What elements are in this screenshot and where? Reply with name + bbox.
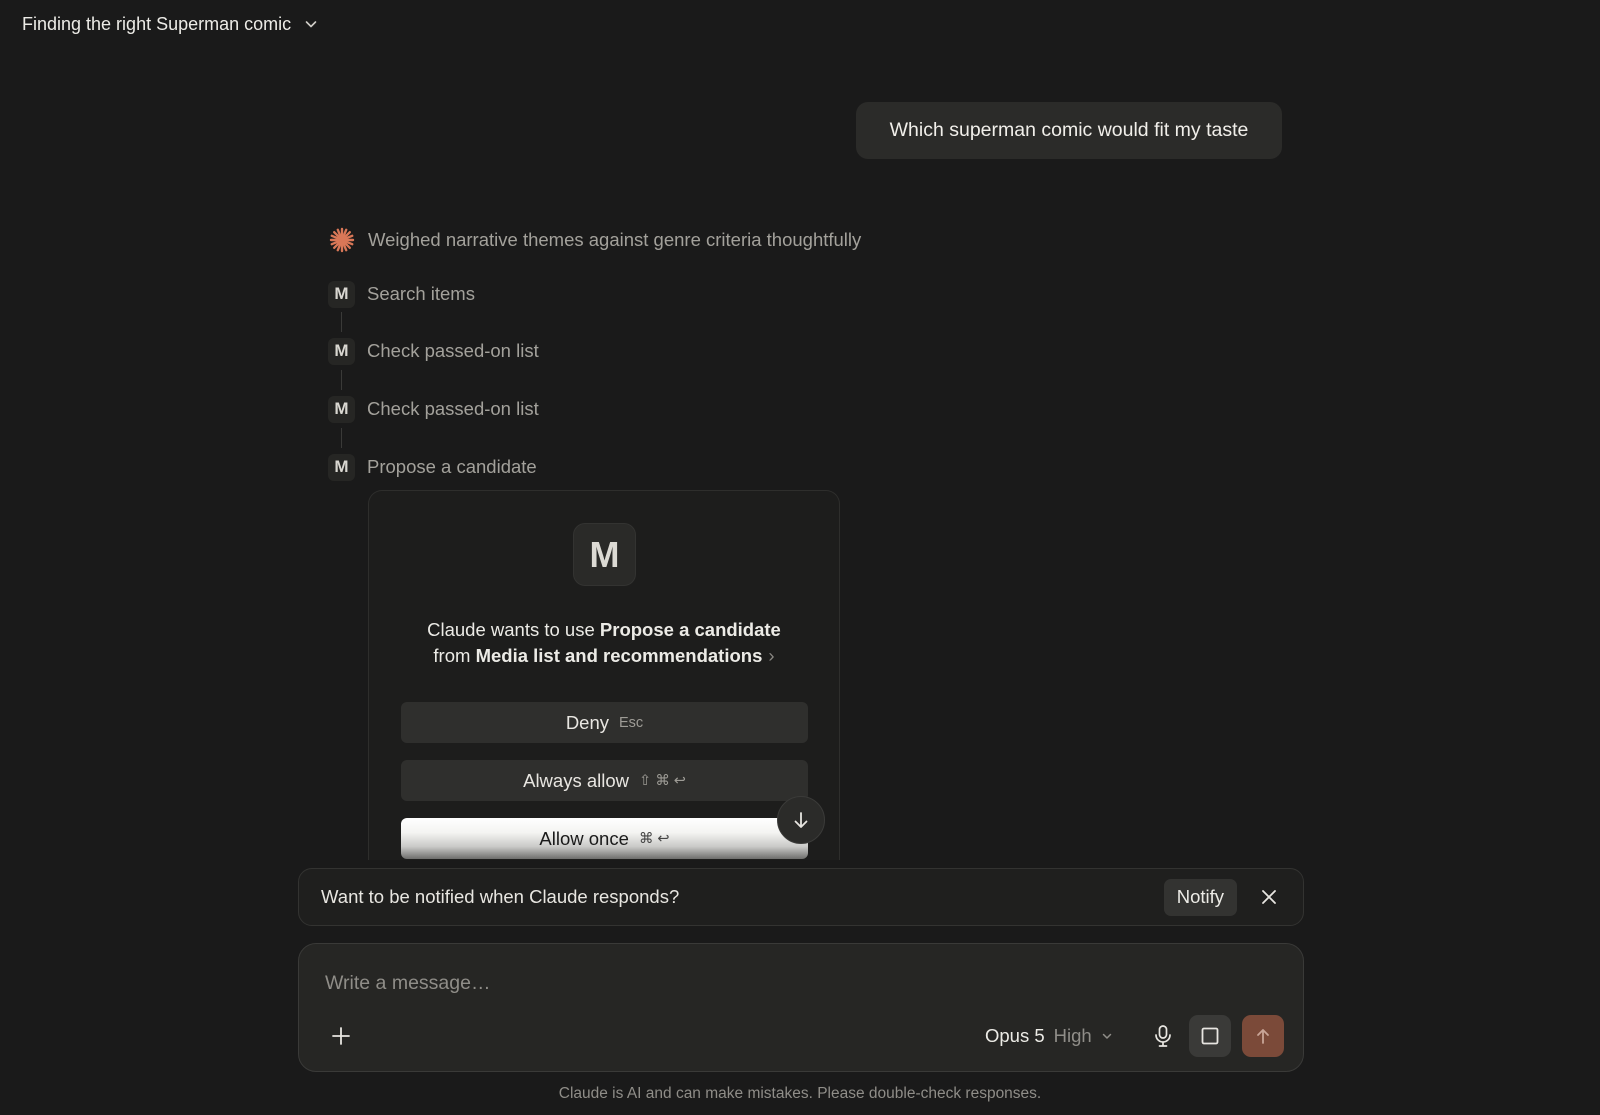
chevron-down-icon: [305, 21, 317, 28]
step-connector: [341, 312, 342, 332]
model-name: Opus 5: [985, 1025, 1045, 1046]
permission-message: Claude wants to use Propose a candidate …: [389, 617, 819, 669]
ai-disclaimer: Claude is AI and can make mistakes. Plea…: [558, 1085, 1042, 1102]
deny-button-label: Deny: [565, 711, 610, 733]
mcp-server-icon: M: [573, 523, 636, 586]
permission-line2-prefix: from: [433, 645, 476, 666]
step-connector: [341, 370, 342, 390]
permission-server-link[interactable]: from Media list and recommendations ›: [389, 643, 819, 669]
user-message-bubble: Which superman comic would fit my taste: [856, 102, 1282, 159]
voice-input-button[interactable]: [1147, 1020, 1179, 1052]
tool-step-label: Search items: [367, 283, 475, 304]
allow-once-button-label: Allow once: [539, 827, 629, 849]
tool-step-label: Propose a candidate: [367, 456, 537, 477]
dismiss-notification-button[interactable]: [1257, 885, 1281, 909]
message-composer: Opus 5 High: [298, 943, 1304, 1072]
permission-server-name: Media list and recommendations: [475, 645, 763, 666]
permission-line1-prefix: Claude wants to use: [427, 619, 600, 640]
permission-tool-name: Propose a candidate: [599, 619, 781, 640]
always-allow-shortcut: ⇧ ⌘ ↩: [639, 772, 686, 789]
stop-button[interactable]: [1189, 1015, 1231, 1057]
tool-permission-card: M Claude wants to use Propose a candidat…: [368, 490, 840, 860]
tool-step-label: Check passed-on list: [367, 398, 539, 419]
tool-step[interactable]: M Check passed-on list: [328, 395, 539, 423]
mcp-server-badge: M: [328, 337, 355, 365]
deny-button[interactable]: Deny Esc: [401, 702, 808, 743]
microphone-icon: [1155, 1025, 1171, 1047]
thinking-summary[interactable]: Weighed narrative themes against genre c…: [328, 226, 861, 254]
tool-step[interactable]: M Propose a candidate: [328, 453, 537, 481]
step-connector: [341, 428, 342, 448]
add-attachment-button[interactable]: [327, 1022, 355, 1050]
model-selector[interactable]: Opus 5 High: [985, 1022, 1113, 1050]
effort-level: High: [1053, 1025, 1092, 1046]
send-button[interactable]: [1242, 1015, 1284, 1057]
message-input[interactable]: [325, 968, 1225, 998]
conversation-title: Finding the right Superman comic: [22, 13, 292, 34]
chevron-down-icon: [1102, 1033, 1111, 1039]
user-message-text: Which superman comic would fit my taste: [889, 119, 1249, 141]
always-allow-button-label: Always allow: [523, 769, 630, 791]
arrow-up-icon: [1257, 1029, 1269, 1044]
conversation-title-menu[interactable]: Finding the right Superman comic: [22, 10, 319, 38]
allow-once-button[interactable]: Allow once ⌘ ↩: [401, 818, 808, 859]
notification-prompt-text: Want to be notified when Claude responds…: [321, 886, 680, 907]
mcp-server-badge: M: [328, 395, 355, 423]
deny-shortcut: Esc: [619, 714, 644, 731]
close-icon: [1262, 890, 1276, 904]
arrow-down-icon: [794, 812, 808, 828]
allow-once-shortcut: ⌘ ↩: [638, 830, 670, 847]
notify-button[interactable]: Notify: [1163, 878, 1237, 916]
notification-prompt: Want to be notified when Claude responds…: [298, 868, 1304, 926]
always-allow-button[interactable]: Always allow ⇧ ⌘ ↩: [401, 760, 808, 801]
claude-spark-icon: [329, 227, 355, 253]
thinking-text: Weighed narrative themes against genre c…: [368, 229, 862, 250]
stop-icon: [1201, 1027, 1219, 1045]
mcp-server-badge: M: [328, 453, 355, 481]
tool-step[interactable]: M Search items: [328, 280, 475, 308]
plus-icon: [332, 1027, 350, 1045]
tool-step-label: Check passed-on list: [367, 340, 539, 361]
app-window: Finding the right Superman comic Which s…: [0, 0, 1600, 1115]
chevron-right-icon: ›: [768, 645, 775, 666]
mcp-server-badge: M: [328, 280, 355, 308]
scroll-to-bottom-button[interactable]: [777, 796, 825, 844]
tool-step[interactable]: M Check passed-on list: [328, 337, 539, 365]
notify-button-label: Notify: [1176, 886, 1224, 907]
